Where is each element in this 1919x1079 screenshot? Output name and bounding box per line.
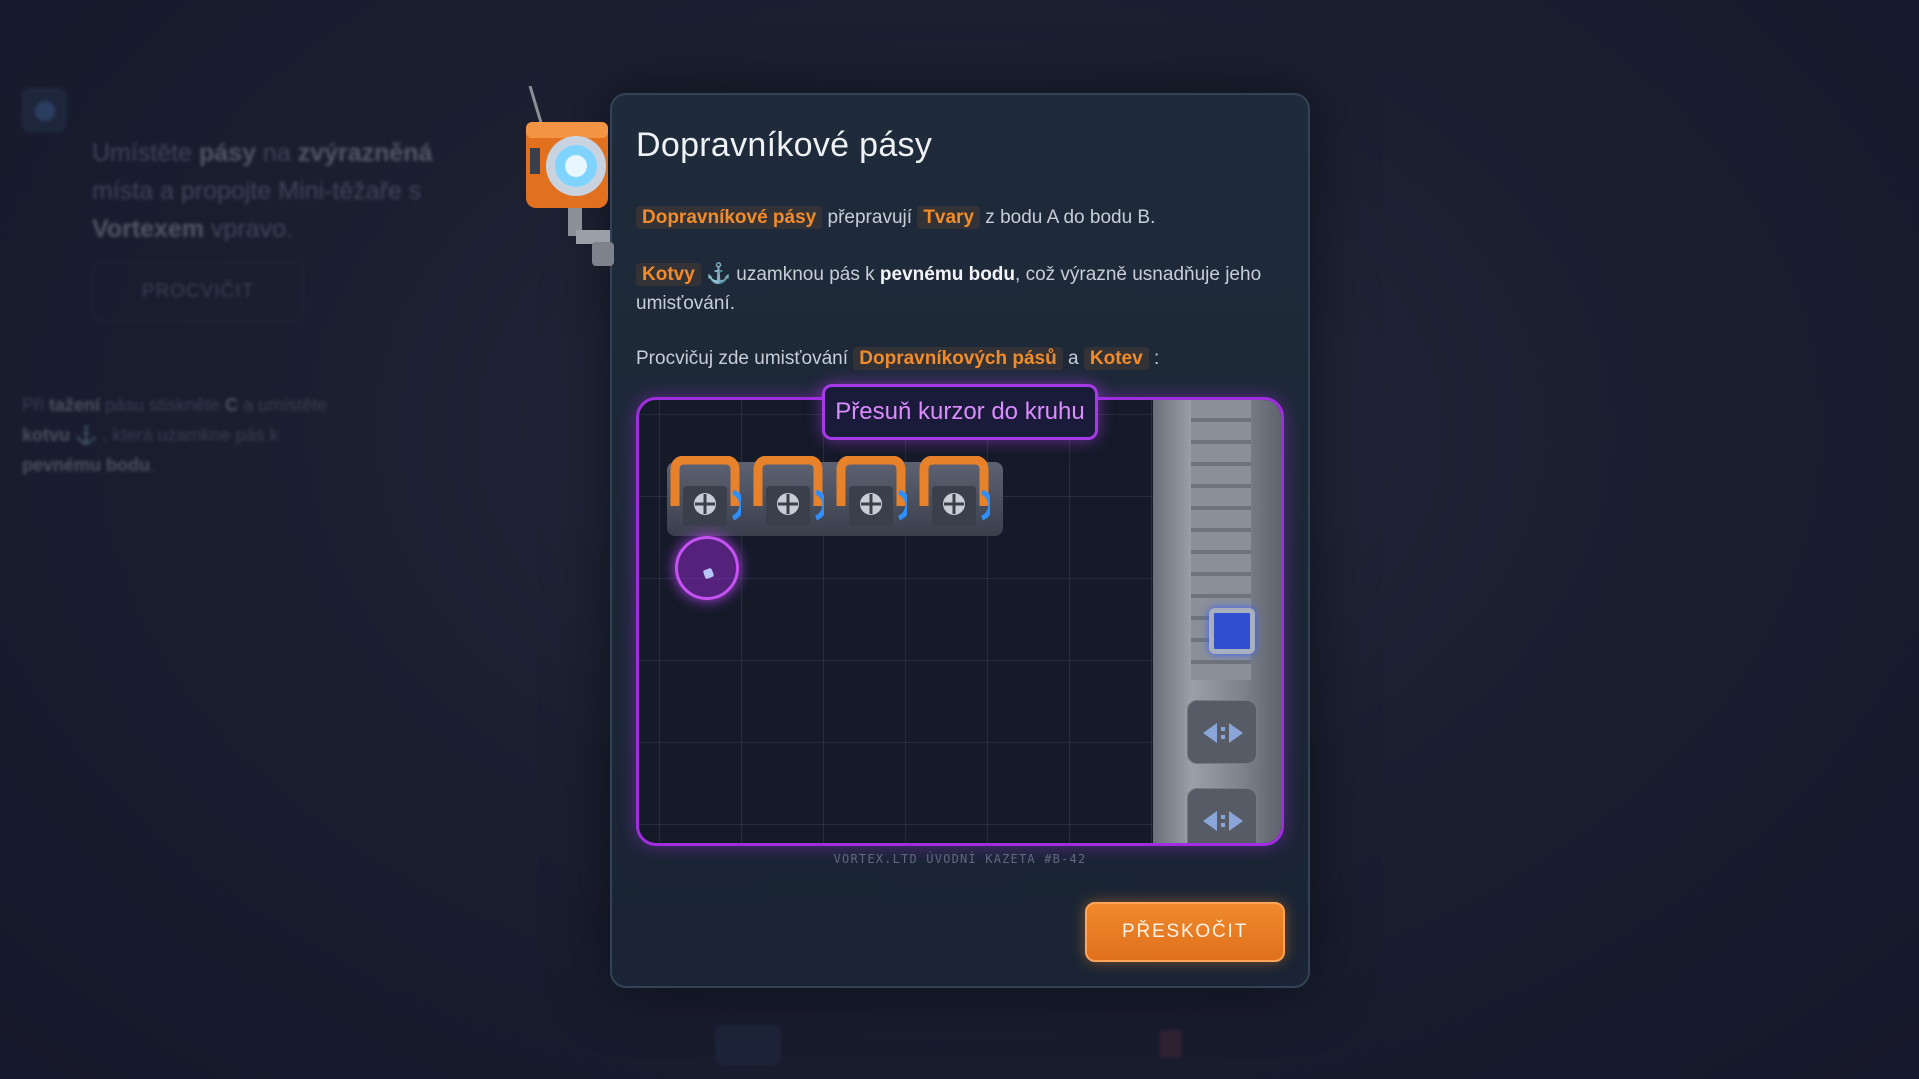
rotate-arrows-icon: [1187, 700, 1257, 764]
background-practice-button: PROCVIČIT: [92, 262, 304, 322]
task-icon: [22, 88, 66, 132]
mini-miner-icon: [836, 456, 907, 526]
keyword-shapes: Tvary: [917, 206, 981, 229]
keyword-anchors-genitive: Kotev: [1083, 347, 1149, 370]
paragraph-anchors: Kotvy ⚓ uzamknou pás k pevnému bodu, což…: [636, 263, 1262, 314]
rotate-arrows-icon-2: [1187, 788, 1257, 843]
anchor-icon: ⚓: [706, 263, 731, 285]
keyword-conveyor-belts: Dopravníkové pásy: [636, 206, 823, 229]
background-marker-icon: [1160, 1030, 1182, 1058]
mini-miner-icon: [919, 456, 990, 526]
dialog-title: Dopravníkové pásy: [636, 126, 933, 164]
video-prompt-label: Přesuň kurzor do kruhu: [822, 384, 1098, 440]
skip-button[interactable]: PŘESKOČIT: [1085, 902, 1285, 962]
video-caption: VORTEX.LTD ÚVODNÍ KAZETA #B-42: [833, 852, 1087, 866]
background-hint: Při tažení pásu stiskněte C a umístěte k…: [22, 395, 328, 475]
robot-mascot-icon: [526, 86, 614, 266]
target-circle[interactable]: [675, 536, 739, 600]
background-toolbar-icon: [715, 1025, 781, 1065]
keyword-conveyor-belts-genitive: Dopravníkových pásů: [853, 347, 1063, 370]
cursor-icon: [702, 567, 715, 580]
paragraph-practice: Procvičuj zde umisťování Dopravníkových …: [636, 347, 1160, 370]
paragraph-conveyor: Dopravníkové pásy přepravují Tvary z bod…: [636, 203, 1276, 232]
tutorial-video-area[interactable]: [636, 397, 1284, 846]
mini-miner-icon: [753, 456, 824, 526]
vortex-goal-icon: [1209, 608, 1255, 654]
mini-miner-icon: [670, 456, 741, 526]
keyword-anchors: Kotvy: [636, 263, 701, 286]
background-instruction: Umístěte pásy na zvýrazněná místa a prop…: [92, 139, 433, 243]
